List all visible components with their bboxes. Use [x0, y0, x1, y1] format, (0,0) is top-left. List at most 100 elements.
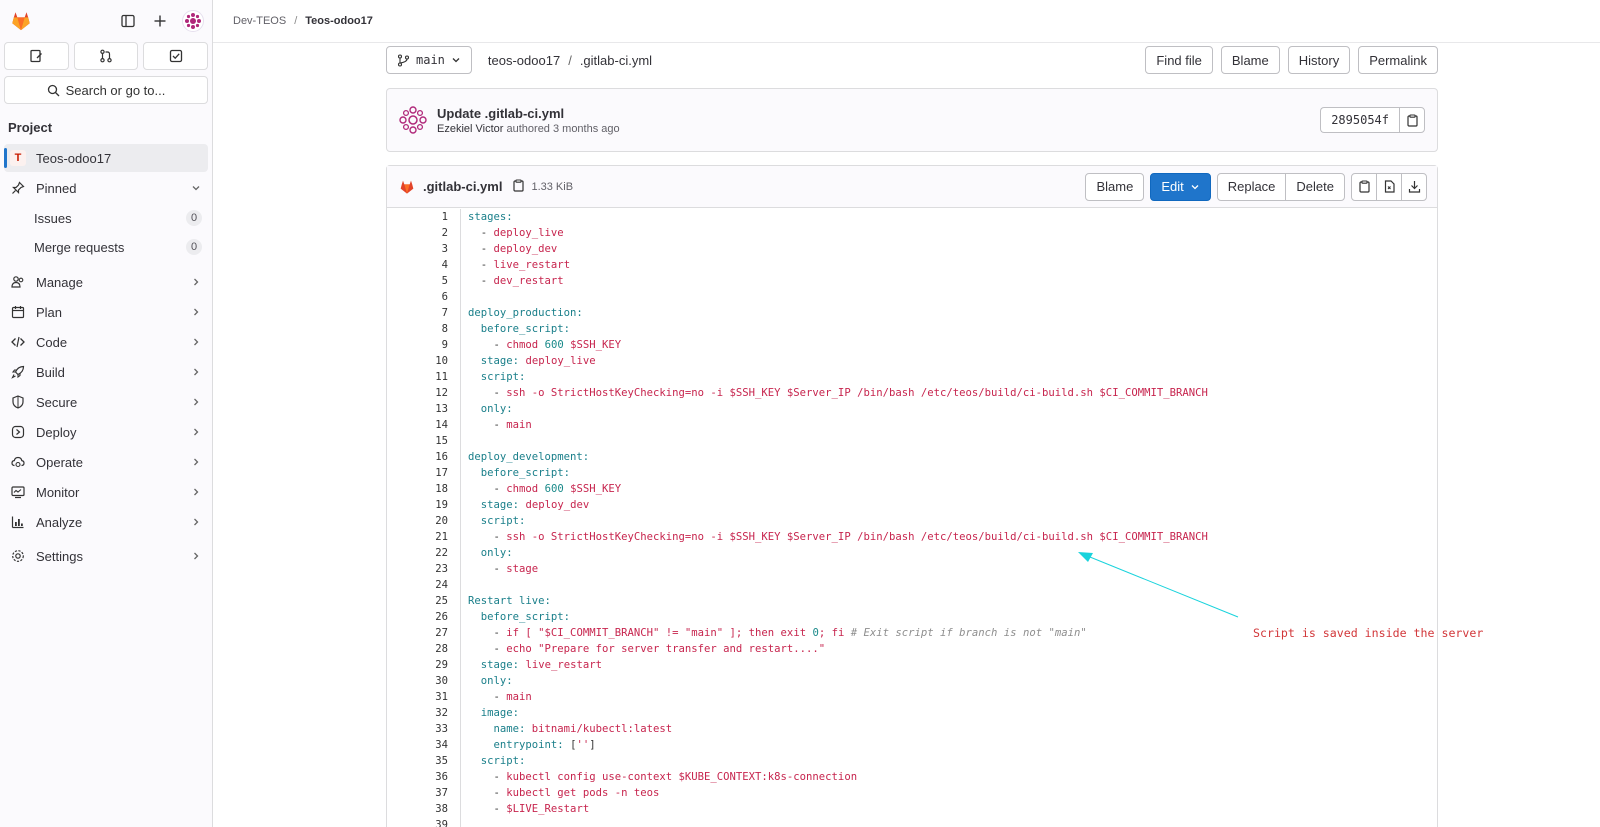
line-number[interactable]: 24	[387, 577, 460, 593]
line-number[interactable]: 9	[387, 337, 460, 353]
line-number[interactable]: 34	[387, 737, 460, 753]
line-number[interactable]: 1	[387, 209, 460, 225]
chevron-right-icon	[194, 458, 199, 466]
branch-name: main	[416, 53, 445, 67]
code-line: 30 only:	[387, 673, 1437, 689]
line-number[interactable]: 13	[387, 401, 460, 417]
line-number[interactable]: 20	[387, 513, 460, 529]
line-number[interactable]: 30	[387, 673, 460, 689]
sidebar-item-code[interactable]: Code	[4, 328, 208, 356]
commit-sha[interactable]: 2895054f	[1320, 107, 1399, 133]
breadcrumb: Dev-TEOS / Teos-odoo17	[213, 0, 1600, 43]
line-number[interactable]: 8	[387, 321, 460, 337]
line-number[interactable]: 7	[387, 305, 460, 321]
breadcrumb-project-link[interactable]: Teos-odoo17	[305, 15, 373, 27]
replace-button[interactable]: Replace	[1216, 172, 1287, 201]
search-button[interactable]: Search or go to...	[4, 76, 208, 104]
sidebar-item-label: Manage	[36, 274, 83, 290]
sidebar-item-analyze[interactable]: Analyze	[4, 508, 208, 536]
user-avatar[interactable]	[182, 10, 204, 32]
code-line: 7 deploy_production:	[387, 305, 1437, 321]
line-number[interactable]: 19	[387, 497, 460, 513]
line-number[interactable]: 28	[387, 641, 460, 657]
author-avatar[interactable]	[399, 106, 427, 134]
line-number[interactable]: 15	[387, 433, 460, 449]
sidebar-item-pinned[interactable]: Pinned	[4, 174, 208, 202]
line-number[interactable]: 18	[387, 481, 460, 497]
line-number[interactable]: 35	[387, 753, 460, 769]
line-number[interactable]: 17	[387, 465, 460, 481]
line-number[interactable]: 11	[387, 369, 460, 385]
line-number[interactable]: 33	[387, 721, 460, 737]
open-raw-button[interactable]	[1376, 172, 1402, 201]
line-number[interactable]: 23	[387, 561, 460, 577]
sidebar-item-monitor[interactable]: Monitor	[4, 478, 208, 506]
code-line: 14 - main	[387, 417, 1437, 433]
chevron-right-icon	[194, 428, 199, 436]
line-number[interactable]: 37	[387, 785, 460, 801]
blame-nav-button[interactable]: Blame	[1220, 46, 1280, 74]
merge-requests-button[interactable]	[73, 42, 139, 70]
line-number[interactable]: 31	[387, 689, 460, 705]
todo-button[interactable]	[143, 42, 209, 70]
delete-button[interactable]: Delete	[1285, 172, 1345, 201]
line-number[interactable]: 29	[387, 657, 460, 673]
download-button[interactable]	[1401, 172, 1427, 201]
edit-button[interactable]: Edit	[1150, 172, 1211, 201]
history-button[interactable]: History	[1287, 46, 1351, 74]
search-icon	[47, 84, 60, 96]
find-file-button[interactable]: Find file	[1145, 46, 1213, 74]
assigned-issues-button[interactable]	[4, 42, 69, 70]
line-number[interactable]: 38	[387, 801, 460, 817]
settings-icon	[10, 548, 26, 564]
copy-contents-button[interactable]	[1351, 172, 1377, 201]
breadcrumb-group-link[interactable]: Dev-TEOS	[233, 15, 286, 27]
sidebar-item-plan[interactable]: Plan	[4, 298, 208, 326]
path-root-link[interactable]: teos-odoo17	[488, 53, 560, 68]
line-number[interactable]: 6	[387, 289, 460, 305]
sidebar-item-issues[interactable]: Issues 0	[4, 204, 208, 232]
line-number[interactable]: 26	[387, 609, 460, 625]
sidebar-item-deploy[interactable]: Deploy	[4, 418, 208, 446]
line-number[interactable]: 10	[387, 353, 460, 369]
edit-label: Edit	[1161, 179, 1184, 194]
sidebar-item-operate[interactable]: Operate	[4, 448, 208, 476]
code-line: 23 - stage	[387, 561, 1437, 577]
permalink-button[interactable]: Permalink	[1358, 46, 1438, 74]
line-number[interactable]: 14	[387, 417, 460, 433]
line-number[interactable]: 39	[387, 817, 460, 827]
line-number[interactable]: 21	[387, 529, 460, 545]
code-line: 18 - chmod 600 $SSH_KEY	[387, 481, 1437, 497]
blame-button[interactable]: Blame	[1085, 172, 1145, 201]
line-number[interactable]: 5	[387, 273, 460, 289]
sidebar-item-project[interactable]: T Teos-odoo17	[4, 144, 208, 172]
sidebar-item-build[interactable]: Build	[4, 358, 208, 386]
gitlab-logo-icon[interactable]	[10, 10, 32, 32]
line-number[interactable]: 36	[387, 769, 460, 785]
commit-author[interactable]: Ezekiel Victor	[437, 123, 503, 135]
commit-time: authored 3 months ago	[506, 122, 620, 135]
line-number[interactable]: 2	[387, 225, 460, 241]
commit-title[interactable]: Update .gitlab-ci.yml	[437, 106, 620, 121]
line-number[interactable]: 27	[387, 625, 460, 641]
sidebar-item-merge-requests[interactable]: Merge requests 0	[4, 233, 208, 261]
breadcrumb-separator: /	[294, 15, 298, 27]
line-number[interactable]: 4	[387, 257, 460, 273]
last-commit-panel: Update .gitlab-ci.yml Ezekiel Victor aut…	[386, 88, 1438, 152]
sidebar-toggle-icon[interactable]	[118, 11, 138, 31]
sidebar-item-manage[interactable]: Manage	[4, 268, 208, 296]
line-number[interactable]: 3	[387, 241, 460, 257]
sidebar-item-label: Plan	[36, 304, 63, 320]
sidebar-item-settings[interactable]: Settings	[4, 542, 208, 570]
branch-selector[interactable]: main	[386, 46, 472, 74]
line-number[interactable]: 12	[387, 385, 460, 401]
code-line: 36 - kubectl config use-context $KUBE_CO…	[387, 769, 1437, 785]
line-number[interactable]: 25	[387, 593, 460, 609]
copy-sha-button[interactable]	[1399, 107, 1425, 133]
line-number[interactable]: 22	[387, 545, 460, 561]
line-number[interactable]: 32	[387, 705, 460, 721]
plus-icon[interactable]	[150, 11, 170, 31]
line-number[interactable]: 16	[387, 449, 460, 465]
sidebar-item-secure[interactable]: Secure	[4, 388, 208, 416]
copy-path-icon[interactable]	[512, 178, 525, 195]
